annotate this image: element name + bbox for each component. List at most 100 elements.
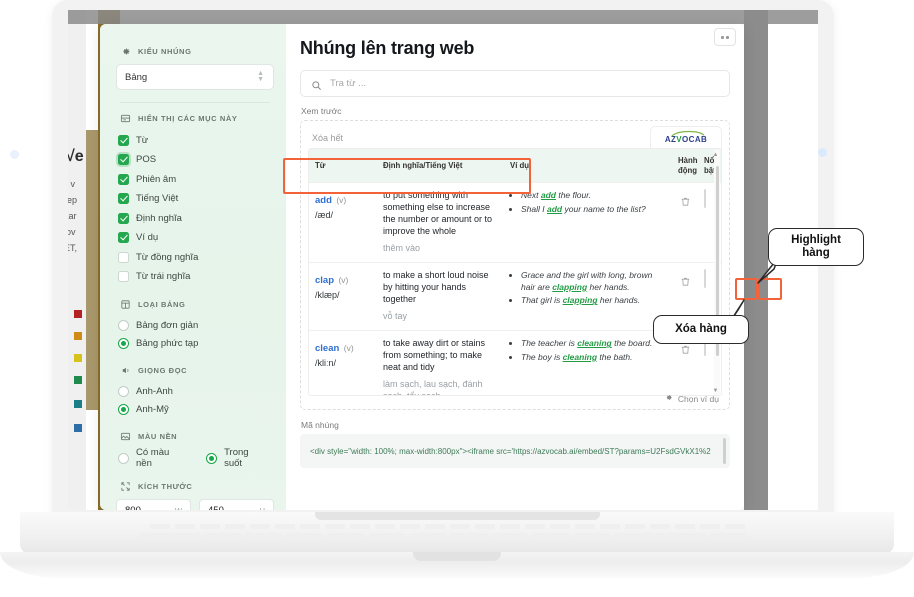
checkbox-icon[interactable] [118,134,129,146]
delete-row-icon[interactable] [680,274,691,286]
clear-all-button[interactable]: Xóa hết [312,133,343,143]
checkbox-icon[interactable] [118,212,129,224]
section-background: MÀU NỀN [120,431,274,442]
cell-word: clap (v) /klæp/ [309,262,377,331]
section-show-items-label: HIỂN THỊ CÁC MỤC NÀY [138,114,238,123]
checkbox-row-tu-dong-nghia[interactable]: Từ đồng nghĩa [118,248,274,266]
delete-row-icon[interactable] [680,194,691,207]
embed-code-scroll-thumb[interactable] [723,438,726,464]
checkbox-icon[interactable] [118,193,129,204]
radio-label: Có màu nền [136,447,170,469]
table-icon [120,299,131,310]
highlight-row-checkbox[interactable] [704,269,706,289]
section-embed-style: KIỂU NHÚNG [120,46,274,57]
checkbox-icon[interactable] [118,271,129,282]
column-header-definition: Định nghĩa/Tiếng Việt [377,149,504,183]
azvocab-logo-text: AZVOCAB [665,130,707,144]
example-keyword: cleaning [577,338,612,349]
size-inputs: 800 W 450 H [116,498,274,510]
cell-word: clean (v) /kliːn/ [309,330,377,395]
background-swatch [74,310,82,318]
highlight-row-checkbox[interactable] [704,189,706,209]
column-header-action: Hành động [672,149,698,183]
cell-definition: to put something with something else to … [377,182,504,263]
radio-icon[interactable] [118,452,129,464]
checkbox-row-phien-am[interactable]: Phiên âm [118,170,274,188]
word-text[interactable]: clap [315,275,334,286]
logo-arc-icon [671,130,705,137]
section-table-type-label: LOẠI BẢNG [138,299,186,309]
radio-icon[interactable] [206,452,218,464]
column-header-word: Từ [309,149,377,183]
example-item: The teacher is cleaning the board. [521,338,666,349]
example-after: your name to the list? [562,203,646,214]
decorative-dot [10,150,19,159]
width-input[interactable]: 800 W [116,498,191,510]
checkbox-row-dinh-nghia[interactable]: Định nghĩa [118,209,274,227]
radio-row-bang-don-gian[interactable]: Bảng đơn giản [118,317,274,334]
radio-row-trong-suot[interactable]: Trong suốt [206,447,256,469]
radio-icon[interactable] [118,337,129,349]
example-before: That girl is [521,295,563,306]
checkbox-row-vi-du[interactable]: Ví dụ [118,229,274,247]
background-left-column [68,10,86,510]
example-item: That girl is clapping her hands. [521,295,666,306]
table-row-icon [120,113,131,124]
height-value: 450 [208,505,224,510]
example-after: the flour. [555,190,592,201]
embed-code-box[interactable]: <div style="width: 100%; max-width:800px… [300,434,730,468]
ipa-text: /klæp/ [315,290,340,301]
section-show-items: HIỂN THỊ CÁC MỤC NÀY [120,113,274,124]
table-header-row: Từ Định nghĩa/Tiếng Việt Ví dụ Hành động… [309,149,721,183]
callout-line-1: Xóa hàng [675,323,727,335]
checkbox-row-pos[interactable]: POS [118,151,274,169]
scroll-up-icon[interactable]: ▲ [713,152,719,158]
example-keyword: add [547,203,563,214]
preview-area: Xóa hết AZVOCAB Từ Định nghĩa/Tiếng Việt… [300,120,730,410]
ipa-text: /kliːn/ [315,358,337,369]
search-placeholder: Tra từ ... [330,78,367,89]
radio-icon[interactable] [118,385,129,397]
definition-vi: làm sạch, lau sạch, đánh sạch, tẩy sạch.… [383,379,483,395]
choose-example-button[interactable]: Chọn ví dụ [664,393,719,404]
checkbox-row-tu[interactable]: Từ [118,131,274,149]
embed-code-text: <div style="width: 100%; max-width:800px… [310,447,711,456]
table-scrollbar[interactable]: ▲ ▼ [713,150,720,395]
embed-style-select[interactable]: Bảng ▲ ▼ [116,64,274,90]
example-before: The teacher is [521,338,578,349]
checkbox-label: Tiếng Việt [136,193,179,204]
checkbox-row-tu-trai-nghia[interactable]: Từ trái nghĩa [118,268,274,286]
radio-row-bang-phuc-tap[interactable]: Bảng phức tạp [118,335,274,352]
column-header-example: Ví dụ [504,149,672,183]
radio-row-anh-anh[interactable]: Anh-Anh [118,383,274,400]
word-text[interactable]: clean [315,343,339,354]
callout-line-1: Highlight [791,234,841,246]
checkbox-label: Định nghĩa [136,212,182,224]
pos-text: (v) [343,343,354,354]
word-text[interactable]: add [315,195,332,206]
laptop-hinge [315,512,600,520]
radio-icon[interactable] [118,403,129,415]
gear-icon [120,46,131,57]
definition-vi: thêm vào [383,243,421,254]
pos-text: (v) [338,275,349,286]
checkbox-icon[interactable] [118,173,129,185]
radio-row-co-mau-nen[interactable]: Có màu nền [118,447,186,469]
search-input[interactable]: Tra từ ... [300,70,730,97]
radio-label: Anh-Anh [136,385,173,397]
definition-vi: vỗ tay [383,311,408,322]
checkbox-icon[interactable] [118,154,129,165]
example-item: Next add the flour. [521,190,666,201]
radio-row-anh-my[interactable]: Anh-Mỹ [118,401,274,418]
checkbox-icon[interactable] [118,232,129,243]
height-unit: H [260,506,265,510]
radio-icon[interactable] [118,319,129,331]
close-icon[interactable] [714,28,736,46]
checkbox-icon[interactable] [118,251,129,263]
checkbox-row-tieng-viet[interactable]: Tiếng Việt [118,190,274,208]
checkbox-label: Từ trái nghĩa [136,271,191,282]
height-input[interactable]: 450 H [199,498,274,510]
section-size: KÍCH THƯỚC [120,481,274,492]
example-item: Grace and the girl with long, brown hair… [521,270,666,293]
laptop-notch [413,552,501,561]
